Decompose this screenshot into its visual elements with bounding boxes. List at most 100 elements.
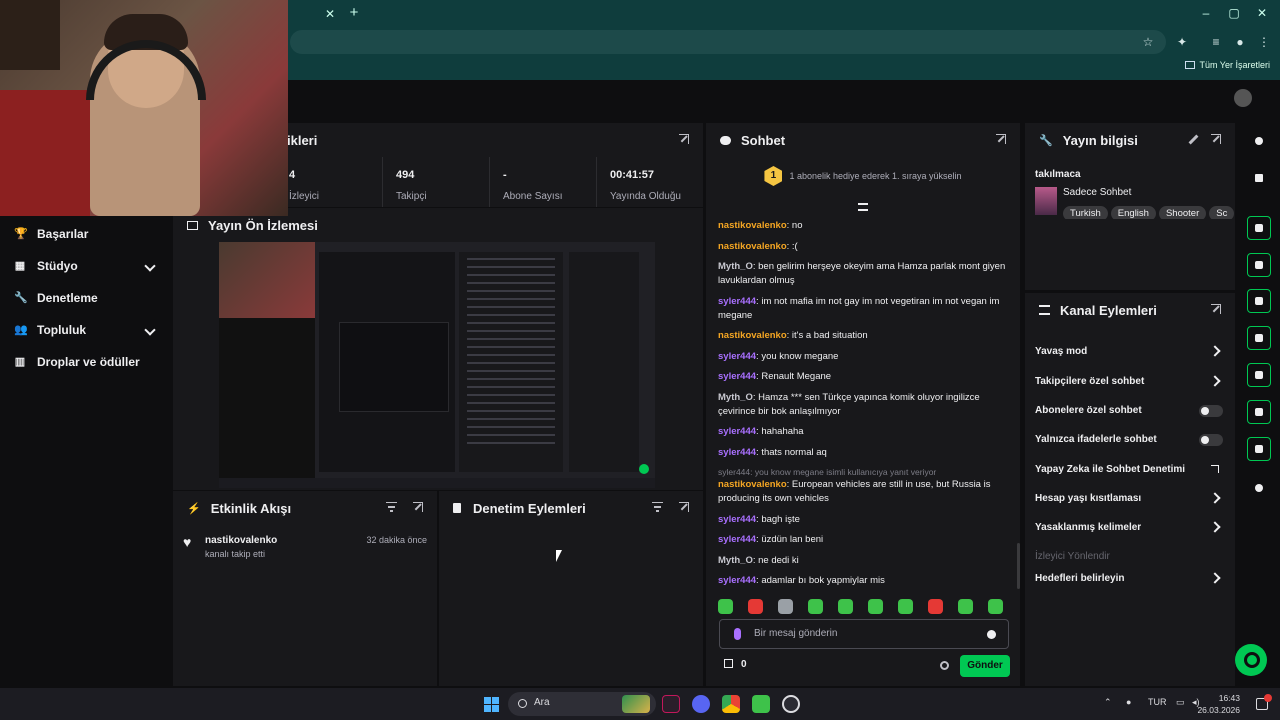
bookmark-star-icon[interactable]: ☆ xyxy=(1140,34,1156,50)
channel-action-row[interactable]: Abonelere özel sohbet xyxy=(1035,402,1223,420)
toggle-switch[interactable] xyxy=(1199,405,1223,417)
minimize-icon[interactable]: – xyxy=(1196,5,1216,21)
chat-username[interactable]: syler444 xyxy=(718,351,756,362)
collapse-icon[interactable] xyxy=(858,203,868,211)
chat-username[interactable]: nastikovalenko xyxy=(718,330,787,341)
hype-leaderboard[interactable]: 1 1 abonelik hediye ederek 1. sıraya yük… xyxy=(706,157,1020,195)
quick-action-chat[interactable] xyxy=(1247,326,1271,350)
channel-action-row[interactable]: Yasaklanmış kelimeler xyxy=(1035,519,1223,537)
tag[interactable]: Turkish xyxy=(1063,206,1108,219)
chevron-up-icon[interactable]: ⌃ xyxy=(1104,697,1112,708)
chat-username[interactable]: nastikovalenko xyxy=(718,241,787,252)
bolt-icon: ⚡ xyxy=(187,502,201,515)
channel-action-row[interactable]: Yapay Zeka ile Sohbet Denetimi xyxy=(1035,461,1223,479)
info-icon[interactable] xyxy=(1251,133,1267,149)
filter-icon[interactable] xyxy=(386,502,397,512)
quick-action-clip[interactable] xyxy=(1247,216,1271,240)
all-bookmarks[interactable]: Tüm Yer İşaretleri xyxy=(1185,60,1270,70)
chrome-icon[interactable] xyxy=(722,695,740,713)
quick-action-notes[interactable] xyxy=(1247,289,1271,313)
chat-username[interactable]: syler444 xyxy=(718,534,756,545)
extensions-icon[interactable]: ✦ xyxy=(1174,34,1190,50)
taskbar-search[interactable]: Ara xyxy=(508,692,656,716)
url-field[interactable] xyxy=(290,30,1166,54)
channel-action-row[interactable]: Takipçilere özel sohbet xyxy=(1035,373,1223,391)
event-user[interactable]: nastikovalenko xyxy=(205,535,277,546)
emote-icon[interactable] xyxy=(808,599,823,614)
emote-icon[interactable] xyxy=(748,599,763,614)
tag[interactable]: Sc xyxy=(1209,206,1235,219)
channel-action-row[interactable]: Hesap yaşı kısıtlaması xyxy=(1035,490,1223,508)
edit-icon[interactable] xyxy=(1251,170,1267,186)
chat-username[interactable]: syler444 xyxy=(718,447,756,458)
taskbar-app-icon[interactable] xyxy=(662,695,680,713)
quick-action-ad[interactable] xyxy=(1247,400,1271,424)
chat-input[interactable]: Bir mesaj gönderin xyxy=(719,619,1009,649)
close-window-icon[interactable]: ✕ xyxy=(1252,5,1272,21)
filter-icon[interactable] xyxy=(652,502,663,512)
emote-icon[interactable] xyxy=(988,599,1003,614)
emote-icon[interactable] xyxy=(778,599,793,614)
add-action-icon[interactable] xyxy=(1251,480,1267,496)
popout-icon[interactable] xyxy=(1211,134,1221,144)
send-button[interactable]: Gönder xyxy=(960,655,1010,677)
media-icon[interactable]: ≡ xyxy=(1208,34,1224,50)
chat-username[interactable]: syler444 xyxy=(718,575,756,586)
sidebar-item-achievements[interactable]: 🏆 Başarılar xyxy=(14,222,88,246)
chat-username[interactable]: Myth_O xyxy=(718,261,753,272)
popout-icon[interactable] xyxy=(1211,304,1221,314)
sidebar-item-drops[interactable]: ▥ Droplar ve ödüller xyxy=(14,350,140,374)
channel-action-row[interactable]: Hedefleri belirleyin xyxy=(1035,570,1223,588)
emote-picker-icon[interactable] xyxy=(987,630,996,639)
chat-username[interactable]: Myth_O xyxy=(718,392,753,403)
emote-icon[interactable] xyxy=(868,599,883,614)
tag[interactable]: English xyxy=(1110,206,1156,219)
microphone-icon[interactable]: ● xyxy=(1126,697,1131,707)
toggle-switch[interactable] xyxy=(1199,434,1223,446)
emote-icon[interactable] xyxy=(958,599,973,614)
channel-points[interactable]: 0 xyxy=(724,659,747,670)
tab-close-icon[interactable]: ✕ xyxy=(322,6,338,22)
help-button[interactable] xyxy=(1235,644,1267,676)
network-icon[interactable]: ▭ xyxy=(1176,697,1185,708)
chat-username[interactable]: syler444 xyxy=(718,514,756,525)
sidebar-item-studio[interactable]: ▦ Stüdyo xyxy=(14,254,172,278)
emote-icon[interactable] xyxy=(838,599,853,614)
chat-username[interactable]: nastikovalenko xyxy=(718,220,787,231)
emote-icon[interactable] xyxy=(718,599,733,614)
chat-scrollbar[interactable] xyxy=(1017,543,1020,589)
clock[interactable]: 16:43 26.03.2026 xyxy=(1197,692,1240,716)
chat-settings-icon[interactable] xyxy=(940,661,949,670)
maximize-icon[interactable]: ▢ xyxy=(1224,5,1244,21)
microphone-icon[interactable] xyxy=(734,628,741,640)
windows-start-icon[interactable] xyxy=(484,697,499,712)
sidebar-item-moderation[interactable]: 🔧 Denetleme xyxy=(14,286,98,310)
discord-icon[interactable] xyxy=(692,695,710,713)
quick-action-raid[interactable] xyxy=(1247,253,1271,277)
obs-icon[interactable] xyxy=(782,695,800,713)
new-tab-icon[interactable]: + xyxy=(345,4,363,22)
avatar[interactable] xyxy=(1234,89,1252,107)
channel-action-row[interactable]: Yavaş mod xyxy=(1035,343,1223,361)
quick-action-mod[interactable] xyxy=(1247,437,1271,461)
popout-icon[interactable] xyxy=(679,502,689,512)
chat-username[interactable]: syler444 xyxy=(718,426,756,437)
tag[interactable]: Shooter xyxy=(1158,206,1207,219)
channel-action-row[interactable]: Yalnızca ifadelerle sohbet xyxy=(1035,431,1223,449)
quick-action-broadcast[interactable] xyxy=(1247,363,1271,387)
profile-icon[interactable]: ● xyxy=(1232,34,1248,50)
chat-username[interactable]: Myth_O xyxy=(718,555,753,566)
popout-icon[interactable] xyxy=(413,502,423,512)
emote-icon[interactable] xyxy=(928,599,943,614)
emote-icon[interactable] xyxy=(898,599,913,614)
stream-preview-video[interactable] xyxy=(219,242,655,488)
language-indicator[interactable]: TUR xyxy=(1148,697,1167,707)
popout-icon[interactable] xyxy=(996,134,1006,144)
chat-username[interactable]: nastikovalenko xyxy=(718,479,787,490)
taskbar-app-icon[interactable] xyxy=(752,695,770,713)
menu-icon[interactable]: ⋮ xyxy=(1256,34,1272,50)
chat-username[interactable]: syler444 xyxy=(718,371,756,382)
chat-username[interactable]: syler444 xyxy=(718,296,756,307)
popout-icon[interactable] xyxy=(679,134,689,144)
sidebar-item-community[interactable]: 👥 Topluluk xyxy=(14,318,172,342)
